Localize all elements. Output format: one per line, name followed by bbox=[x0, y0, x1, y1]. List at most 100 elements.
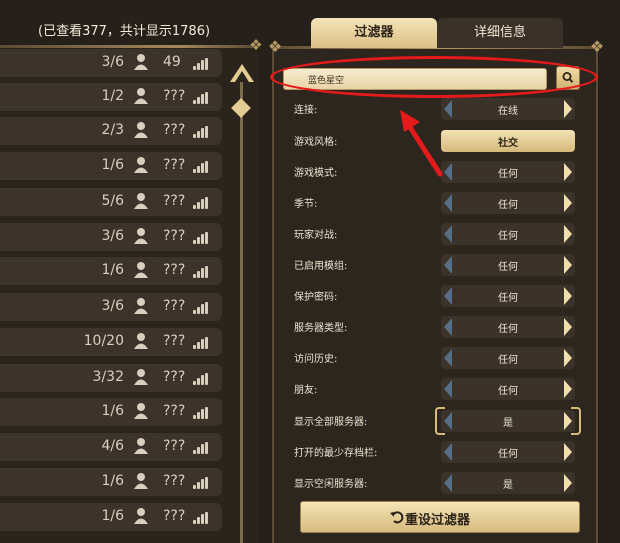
arrow-right-icon[interactable] bbox=[561, 378, 575, 400]
server-row[interactable]: 4/6??? bbox=[0, 433, 222, 461]
arrow-left-icon[interactable] bbox=[441, 316, 455, 338]
server-row[interactable]: 1/2??? bbox=[0, 83, 222, 111]
server-row[interactable]: 3/32??? bbox=[0, 364, 222, 392]
arrow-left-icon[interactable] bbox=[441, 410, 455, 432]
player-count: 10/20 bbox=[83, 333, 124, 349]
arrow-left-icon[interactable] bbox=[441, 441, 455, 463]
arrow-right-icon[interactable] bbox=[561, 472, 575, 494]
signal-bars-icon bbox=[193, 477, 209, 489]
filter-selector[interactable]: 是 bbox=[441, 472, 575, 494]
list-top-divider bbox=[0, 45, 255, 48]
ping-value: ??? bbox=[163, 88, 186, 104]
filter-row: 朋友: 任何 bbox=[286, 376, 586, 402]
filter-value: 任何 bbox=[498, 200, 518, 211]
filter-selector[interactable]: 是 bbox=[435, 407, 581, 435]
filter-selector[interactable]: 在线 bbox=[441, 98, 575, 120]
server-row[interactable]: 1/6??? bbox=[0, 257, 222, 285]
filter-label: 玩家对战: bbox=[294, 230, 338, 241]
filter-selector[interactable]: 任何 bbox=[441, 441, 575, 463]
server-row[interactable]: 3/6 49 bbox=[0, 49, 222, 77]
arrow-right-icon[interactable] bbox=[561, 410, 575, 432]
scrollbar-track[interactable] bbox=[240, 82, 243, 543]
tab-details[interactable]: 详细信息 bbox=[437, 18, 563, 48]
ping-value: ??? bbox=[163, 508, 186, 524]
server-row[interactable]: 1/6??? bbox=[0, 398, 222, 426]
player-icon bbox=[134, 54, 148, 70]
player-icon bbox=[134, 508, 148, 524]
arrow-right-icon[interactable] bbox=[561, 223, 575, 245]
filter-value: 任何 bbox=[498, 169, 518, 180]
filter-row: 已启用模组: 任何 bbox=[286, 252, 586, 278]
player-count: 1/6 bbox=[101, 262, 124, 278]
player-count: 4/6 bbox=[101, 438, 124, 454]
filter-selector[interactable]: 任何 bbox=[441, 316, 575, 338]
arrow-right-icon[interactable] bbox=[561, 285, 575, 307]
arrow-right-icon[interactable] bbox=[561, 441, 575, 463]
signal-bars-icon bbox=[193, 337, 209, 349]
filter-label: 显示全部服务器: bbox=[294, 417, 368, 428]
filter-value: 任何 bbox=[498, 355, 518, 366]
filter-value: 任何 bbox=[498, 293, 518, 304]
ping-value: ??? bbox=[163, 369, 186, 385]
scroll-up-arrow-icon[interactable] bbox=[227, 58, 257, 88]
filter-selector[interactable]: 任何 bbox=[441, 254, 575, 276]
annotation-arrow-icon bbox=[400, 110, 443, 177]
arrow-right-icon[interactable] bbox=[561, 316, 575, 338]
filter-selector[interactable]: 任何 bbox=[441, 192, 575, 214]
server-row[interactable]: 3/6??? bbox=[0, 293, 222, 321]
player-count: 2/3 bbox=[101, 122, 124, 138]
arrow-left-icon[interactable] bbox=[441, 254, 455, 276]
filter-selector[interactable]: 任何 bbox=[441, 285, 575, 307]
filter-selector[interactable]: 任何 bbox=[441, 161, 575, 183]
tab-filters[interactable]: 过滤器 bbox=[311, 18, 437, 48]
filter-label: 显示空闲服务器: bbox=[294, 479, 368, 490]
player-icon bbox=[134, 473, 148, 489]
signal-bars-icon bbox=[193, 442, 209, 454]
server-row[interactable]: 2/3??? bbox=[0, 117, 222, 145]
arrow-left-icon[interactable] bbox=[441, 347, 455, 369]
player-icon bbox=[134, 88, 148, 104]
server-row[interactable]: 1/6??? bbox=[0, 468, 222, 496]
filter-selector[interactable]: 社交 bbox=[441, 130, 575, 152]
player-count: 5/6 bbox=[101, 193, 124, 209]
arrow-left-icon[interactable] bbox=[441, 192, 455, 214]
filter-selector[interactable]: 任何 bbox=[441, 378, 575, 400]
server-row[interactable]: 1/6??? bbox=[0, 152, 222, 180]
ping-value: ??? bbox=[163, 262, 186, 278]
arrow-right-icon[interactable] bbox=[561, 254, 575, 276]
reset-filters-button[interactable]: 重设过滤器 bbox=[300, 501, 580, 533]
filter-selector[interactable]: 任何 bbox=[441, 223, 575, 245]
arrow-left-icon[interactable] bbox=[441, 378, 455, 400]
filter-label: 游戏模式: bbox=[294, 168, 338, 179]
arrow-right-icon[interactable] bbox=[561, 98, 575, 120]
player-icon bbox=[134, 298, 148, 314]
filter-row: 访问历史: 任何 bbox=[286, 345, 586, 371]
arrow-left-icon[interactable] bbox=[441, 285, 455, 307]
player-icon bbox=[134, 369, 148, 385]
filter-label: 连接: bbox=[294, 105, 318, 116]
arrow-right-icon[interactable] bbox=[561, 347, 575, 369]
server-row[interactable]: 1/6??? bbox=[0, 503, 222, 531]
ping-value: ??? bbox=[163, 157, 186, 173]
player-icon bbox=[134, 228, 148, 244]
server-row[interactable]: 3/6??? bbox=[0, 223, 222, 251]
filter-label: 服务器类型: bbox=[294, 323, 348, 334]
player-icon bbox=[134, 403, 148, 419]
player-count: 3/32 bbox=[92, 369, 124, 385]
filter-value: 任何 bbox=[498, 324, 518, 335]
signal-bars-icon bbox=[193, 197, 209, 209]
filter-value: 是 bbox=[503, 418, 513, 429]
arrow-right-icon[interactable] bbox=[561, 192, 575, 214]
filter-label: 已启用模组: bbox=[294, 261, 348, 272]
arrow-left-icon[interactable] bbox=[441, 223, 455, 245]
player-icon bbox=[134, 333, 148, 349]
server-row[interactable]: 10/20??? bbox=[0, 328, 222, 356]
signal-bars-icon bbox=[193, 373, 209, 385]
arrow-right-icon[interactable] bbox=[561, 161, 575, 183]
arrow-left-icon[interactable] bbox=[441, 472, 455, 494]
ping-value: ??? bbox=[163, 473, 186, 489]
server-row[interactable]: 5/6??? bbox=[0, 188, 222, 216]
ping-value: ??? bbox=[163, 438, 186, 454]
player-count: 1/6 bbox=[101, 157, 124, 173]
filter-selector[interactable]: 任何 bbox=[441, 347, 575, 369]
